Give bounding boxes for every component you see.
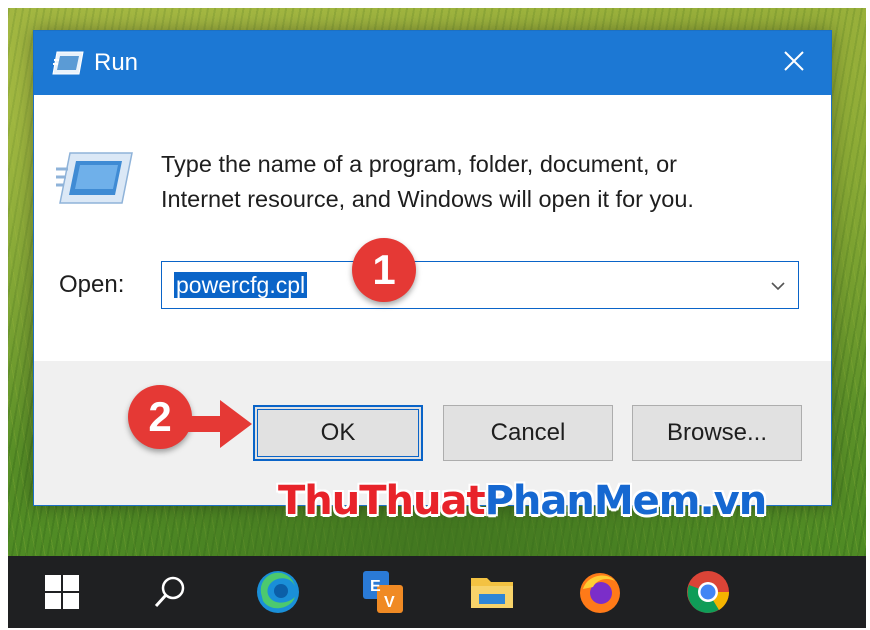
browse-button[interactable]: Browse...	[632, 405, 802, 461]
open-input-value[interactable]: powercfg.cpl	[174, 272, 308, 298]
title-bar: Run	[34, 31, 831, 95]
search-icon[interactable]	[146, 568, 194, 616]
description-line: Type the name of a program, folder, docu…	[161, 151, 677, 177]
dialog-title: Run	[94, 49, 139, 76]
watermark-part1: ThuThuat	[278, 478, 486, 524]
open-combobox[interactable]: powercfg.cpl	[161, 261, 799, 309]
watermark-part2: PhanMem.vn	[484, 478, 768, 524]
chevron-down-icon[interactable]	[768, 276, 788, 296]
svg-text:V: V	[384, 594, 395, 611]
watermark: ThuThuatPhanMem.vn	[278, 478, 768, 524]
edge-icon[interactable]	[254, 568, 302, 616]
step-1-badge: 1	[352, 238, 416, 302]
ok-button[interactable]: OK	[253, 405, 423, 461]
file-explorer-icon[interactable]	[468, 568, 516, 616]
chrome-icon[interactable]	[684, 568, 732, 616]
close-button[interactable]	[772, 41, 816, 85]
taskbar: E V	[8, 556, 866, 628]
taskbar-app-icon[interactable]: E V	[360, 568, 408, 616]
windows-start-icon[interactable]	[38, 568, 86, 616]
svg-text:E: E	[370, 578, 381, 595]
dialog-description: Type the name of a program, folder, docu…	[161, 147, 791, 217]
cancel-button[interactable]: Cancel	[443, 405, 613, 461]
open-label: Open:	[59, 271, 125, 298]
run-icon	[56, 151, 134, 205]
arrow-right-icon	[176, 396, 254, 452]
close-icon	[783, 50, 805, 77]
description-line: Internet resource, and Windows will open…	[161, 186, 694, 212]
run-icon	[51, 50, 85, 76]
firefox-icon[interactable]	[576, 568, 624, 616]
